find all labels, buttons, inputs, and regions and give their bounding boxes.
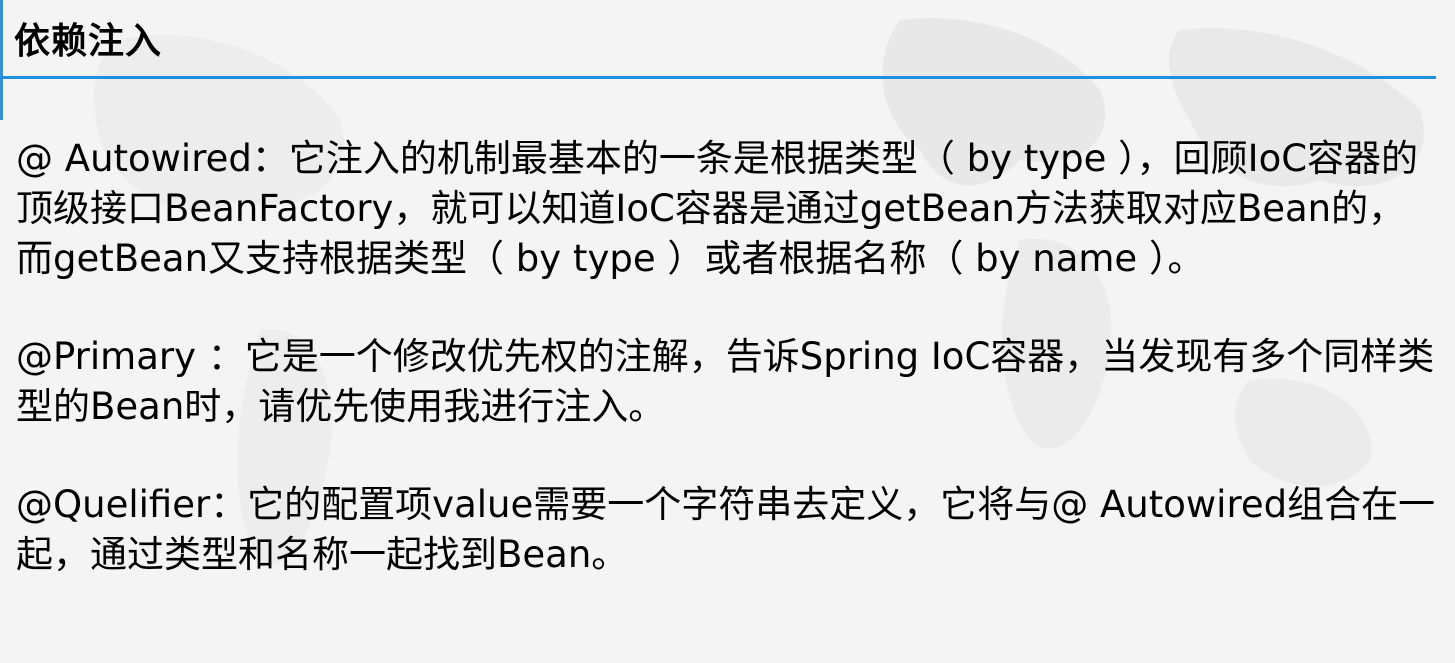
title-underline bbox=[0, 76, 1436, 79]
paragraph-qualifier: @Quelifier：它的配置项value需要一个字符串去定义，它将与@ Aut… bbox=[16, 483, 1436, 576]
paragraph-primary: @Primary ：它是一个修改优先权的注解，告诉Spring IoC容器，当发… bbox=[16, 335, 1435, 428]
accent-bar bbox=[0, 0, 3, 120]
page-title: 依赖注入 bbox=[14, 21, 163, 62]
paragraph-autowired: @ Autowired：它注入的机制最基本的一条是根据类型（ by type ）… bbox=[16, 137, 1419, 280]
body-text: @ Autowired：它注入的机制最基本的一条是根据类型（ by type ）… bbox=[16, 134, 1436, 580]
